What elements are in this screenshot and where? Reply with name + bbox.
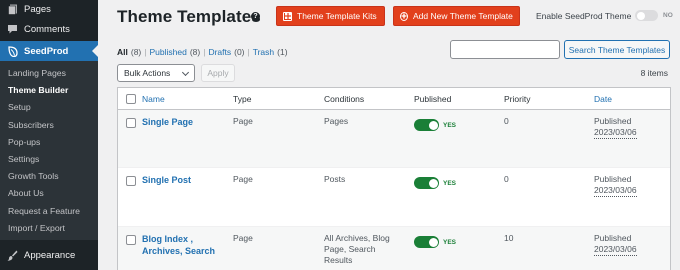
filter-separator: | (203, 47, 206, 57)
template-date: 2023/03/06 (594, 244, 637, 256)
published-toggle[interactable] (414, 119, 439, 131)
template-type: Page (233, 174, 253, 184)
submenu-about-us[interactable]: About Us (0, 185, 98, 202)
help-icon[interactable]: ? (251, 12, 260, 21)
sidebar-item-seedprod[interactable]: SeedProd (0, 41, 98, 61)
published-state-label: YES (443, 180, 457, 187)
filter-drafts-count: (0) (234, 47, 245, 57)
filter-published-count: (8) (189, 47, 201, 57)
button-label: Theme Template Kits (297, 11, 377, 21)
kits-grid-icon (283, 11, 292, 21)
template-conditions: Posts (324, 174, 346, 184)
template-name-link[interactable]: Single Post (142, 174, 191, 186)
seedprod-submenu: Landing Pages Theme Builder Setup Subscr… (0, 61, 98, 240)
published-toggle[interactable] (414, 177, 439, 189)
toggle-state-label: NO (663, 12, 673, 19)
toggle-knob (428, 237, 438, 247)
template-date: 2023/03/06 (594, 127, 637, 139)
submenu-theme-builder[interactable]: Theme Builder (0, 82, 98, 99)
published-toggle[interactable] (414, 236, 439, 248)
column-published: Published (414, 94, 452, 104)
table-row: Single Page Page Pages YES 0 Published 2… (118, 110, 670, 168)
template-status: Published (594, 233, 632, 243)
enable-seedprod-theme-label: Enable SeedProd Theme (536, 11, 632, 21)
page-title: Theme Templates (117, 7, 261, 26)
select-all-checkbox[interactable] (126, 94, 136, 104)
filter-all-count: (8) (130, 47, 142, 57)
published-state-label: YES (443, 122, 457, 129)
enable-theme-toggle[interactable] (635, 10, 658, 21)
row-checkbox[interactable] (126, 118, 136, 128)
published-state-label: YES (443, 239, 457, 246)
search-theme-templates-button[interactable]: Search Theme Templates (564, 40, 670, 59)
submenu-subscribers[interactable]: Subscribers (0, 117, 98, 134)
template-name-link[interactable]: Single Page (142, 116, 193, 128)
table-row: Blog Index , Archives, Search Page All A… (118, 227, 670, 270)
column-date[interactable]: Date (594, 94, 612, 105)
row-checkbox[interactable] (126, 176, 136, 186)
bulk-actions-value: Bulk Actions (124, 68, 171, 78)
toggle-knob (428, 120, 438, 130)
filter-published[interactable]: Published (149, 47, 186, 57)
add-new-theme-template-button[interactable]: Add New Theme Template (393, 6, 520, 26)
theme-template-kits-button[interactable]: Theme Template Kits (276, 6, 385, 26)
column-name[interactable]: Name (142, 94, 165, 105)
submenu-setup[interactable]: Setup (0, 99, 98, 116)
submenu-settings[interactable]: Settings (0, 151, 98, 168)
filter-drafts[interactable]: Drafts (208, 47, 231, 57)
submenu-pop-ups[interactable]: Pop-ups (0, 134, 98, 151)
filter-separator: | (247, 47, 250, 57)
sidebar-item-pages[interactable]: Pages (0, 0, 98, 18)
toggle-knob (636, 11, 645, 20)
submenu-request-feature[interactable]: Request a Feature (0, 203, 98, 220)
submenu-import-export[interactable]: Import / Export (0, 220, 98, 237)
sidebar-item-label: SeedProd (24, 45, 69, 57)
button-label: Add New Theme Template (413, 11, 513, 21)
template-conditions: All Archives, Blog Page, Search Results (324, 233, 390, 265)
template-priority: 0 (504, 174, 509, 184)
comment-icon (7, 24, 18, 35)
sidebar-item-label: Comments (24, 23, 70, 35)
main-content: Theme Templates ? Theme Template Kits Ad… (98, 0, 680, 270)
filter-separator: | (144, 47, 147, 57)
filter-trash-count: (1) (277, 47, 288, 57)
row-checkbox[interactable] (126, 235, 136, 245)
pages-icon (7, 4, 18, 15)
search-input[interactable] (450, 40, 560, 59)
admin-sidebar: Pages Comments SeedProd Landing Pages Th… (0, 0, 98, 270)
toggle-knob (428, 178, 438, 188)
template-conditions: Pages (324, 116, 349, 126)
submenu-landing-pages[interactable]: Landing Pages (0, 65, 98, 82)
paintbrush-icon (7, 250, 18, 261)
template-status: Published (594, 174, 632, 184)
status-filters: All (8) | Published (8) | Drafts (0) | T… (117, 47, 288, 57)
table-row: Single Post Page Posts YES 0 Published 2… (118, 168, 670, 227)
template-type: Page (233, 116, 253, 126)
template-priority: 0 (504, 116, 509, 126)
plus-circle-icon (400, 11, 408, 21)
seedprod-leaf-icon (7, 45, 18, 57)
templates-table: Name Type Conditions Published Priority … (117, 87, 671, 270)
column-priority: Priority (504, 94, 531, 104)
column-conditions: Conditions (324, 94, 365, 104)
apply-button[interactable]: Apply (201, 64, 235, 82)
filter-trash[interactable]: Trash (253, 47, 274, 57)
bulk-actions-select[interactable]: Bulk Actions (117, 64, 195, 82)
sidebar-item-label: Pages (24, 3, 51, 15)
items-count: 8 items (640, 68, 668, 78)
filter-all[interactable]: All (117, 47, 128, 57)
column-type: Type (233, 94, 252, 104)
submenu-growth-tools[interactable]: Growth Tools (0, 168, 98, 185)
sidebar-item-appearance[interactable]: Appearance (0, 246, 98, 266)
template-type: Page (233, 233, 253, 243)
template-date: 2023/03/06 (594, 185, 637, 197)
template-status: Published (594, 116, 632, 126)
template-priority: 10 (504, 233, 514, 243)
table-header: Name Type Conditions Published Priority … (118, 88, 670, 110)
sidebar-item-comments[interactable]: Comments (0, 20, 98, 38)
sidebar-item-label: Appearance (24, 250, 76, 262)
chevron-down-icon (181, 68, 190, 77)
template-name-link[interactable]: Blog Index , Archives, Search (142, 233, 224, 257)
